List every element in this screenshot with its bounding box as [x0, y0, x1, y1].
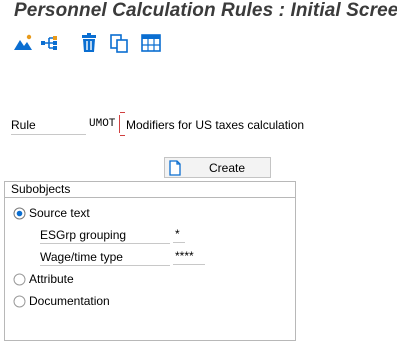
radio-source-text[interactable] — [13, 207, 26, 220]
rule-description: Modifiers for US taxes calculation — [126, 118, 305, 132]
radio-label-attribute: Attribute — [29, 272, 74, 286]
document-icon — [169, 160, 181, 176]
subobjects-group: Subobjects Source text ESGrp grouping * … — [4, 181, 296, 341]
subobjects-title: Subobjects — [11, 182, 71, 196]
structure-button[interactable] — [38, 32, 60, 54]
hierarchy-icon — [41, 36, 57, 50]
overview-button[interactable] — [140, 32, 162, 54]
rule-label-underline — [11, 134, 86, 135]
esgrp-input[interactable]: * — [173, 225, 185, 243]
create-button[interactable]: Create — [164, 157, 271, 178]
display-mode-button[interactable] — [12, 32, 34, 54]
trash-icon — [82, 33, 96, 52]
radio-label-documentation: Documentation — [29, 294, 110, 308]
table-icon — [141, 34, 161, 52]
wage-type-input[interactable]: **** — [173, 247, 205, 265]
copy-icon — [110, 34, 128, 53]
copy-button[interactable] — [108, 32, 130, 54]
create-button-label: Create — [209, 161, 246, 175]
mountains-icon — [14, 34, 32, 50]
wage-type-label-underline — [40, 265, 170, 266]
required-marker — [120, 112, 125, 136]
rule-label: Rule — [11, 118, 36, 132]
esgrp-label: ESGrp grouping — [40, 228, 127, 242]
delete-button[interactable] — [78, 32, 100, 54]
rule-input[interactable]: UMOT — [87, 115, 120, 133]
esgrp-label-underline — [40, 243, 170, 244]
radio-label-source-text: Source text — [29, 206, 90, 220]
radio-attribute[interactable] — [13, 273, 26, 286]
wage-type-label: Wage/time type — [40, 250, 123, 264]
page-title: Personnel Calculation Rules : Initial Sc… — [14, 0, 397, 21]
subobjects-divider — [5, 197, 295, 198]
radio-documentation[interactable] — [13, 295, 26, 308]
